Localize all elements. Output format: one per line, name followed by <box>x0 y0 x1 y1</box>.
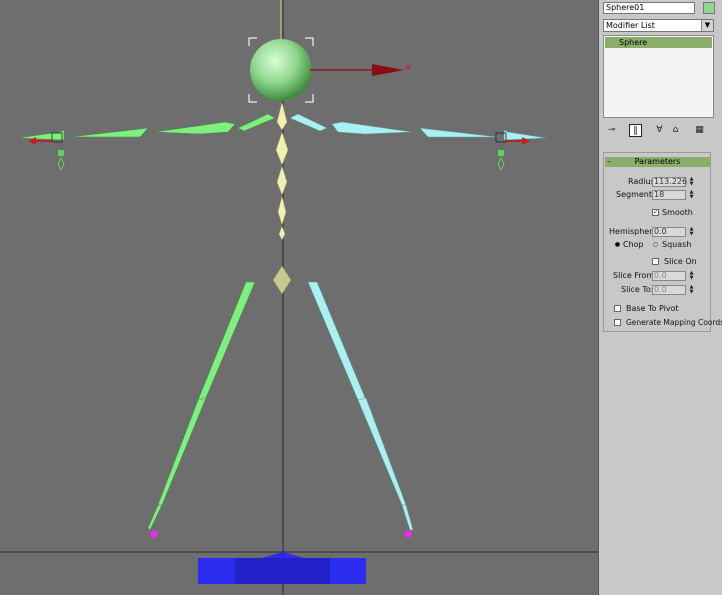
move-gizmo-x-axis[interactable]: × <box>310 62 412 76</box>
parameters-rollout: - Parameters Radius: 113.226 ▲ ▼ Segments… <box>603 152 722 332</box>
hemisphere-spinner-icon[interactable]: ▲ ▼ <box>688 227 695 237</box>
left-arm-bones[interactable] <box>17 113 276 141</box>
parameters-title: Parameters <box>634 157 681 166</box>
slice-to-spinner-icon[interactable]: ▲ ▼ <box>688 285 695 295</box>
squash-radio[interactable]: ○ <box>652 241 659 248</box>
gen-mapping-checkbox[interactable] <box>614 319 621 326</box>
object-color-swatch[interactable] <box>703 2 715 14</box>
command-panel: Sphere01 Modifier List ▼ Sphere ⊸ ‖ ∀ ⌂ … <box>598 0 722 595</box>
head-sphere[interactable] <box>250 39 312 101</box>
slice-from-spinner-icon[interactable]: ▲ ▼ <box>688 271 695 281</box>
smooth-label: Smooth <box>662 208 693 217</box>
slice-to-input[interactable]: 0.0 <box>652 285 686 295</box>
segments-input[interactable]: 18 <box>652 190 686 200</box>
chop-radio[interactable]: ● <box>614 241 621 248</box>
radius-input[interactable]: 113.226 <box>652 177 687 187</box>
ground-plane[interactable] <box>198 552 366 584</box>
smooth-checkbox[interactable]: ✓ <box>652 209 659 216</box>
slice-from-input[interactable]: 0.0 <box>652 271 686 281</box>
gen-mapping-label: Generate Mapping Coords. <box>626 318 722 327</box>
left-foot-effector[interactable] <box>150 530 158 538</box>
chevron-down-icon[interactable]: ▼ <box>701 20 713 31</box>
collapse-icon: - <box>608 157 611 166</box>
viewport[interactable]: × <box>0 0 598 595</box>
right-arm-bones[interactable] <box>289 113 547 141</box>
pelvis-bone[interactable] <box>272 265 292 295</box>
modifier-stack[interactable]: Sphere <box>603 35 714 118</box>
scene-canvas[interactable]: × <box>0 0 598 595</box>
segments-spinner-icon[interactable]: ▲ ▼ <box>688 190 695 200</box>
radius-spinner-icon[interactable]: ▲ ▼ <box>688 177 695 187</box>
right-foot-effector[interactable] <box>404 530 412 538</box>
slice-on-label: Slice On <box>664 257 697 266</box>
make-unique-icon[interactable]: ∀ <box>653 124 666 137</box>
base-to-pivot-checkbox[interactable] <box>614 305 621 312</box>
modifier-list-label: Modifier List <box>606 21 655 30</box>
slice-from-label: Slice From: <box>613 271 657 280</box>
parameters-rollout-header[interactable]: - Parameters <box>605 157 710 167</box>
hemisphere-input[interactable]: 0.0 <box>652 227 686 237</box>
spine-bones[interactable] <box>275 101 289 241</box>
right-leg-bones[interactable] <box>307 281 414 531</box>
remove-modifier-icon[interactable]: ⌂ <box>669 124 682 137</box>
pin-stack-icon[interactable]: ⊸ <box>605 124 618 137</box>
slice-to-label: Slice To: <box>621 285 654 294</box>
base-to-pivot-label: Base To Pivot <box>626 304 679 313</box>
left-leg-bones[interactable] <box>147 281 256 531</box>
chop-label: Chop <box>623 240 644 249</box>
configure-sets-icon[interactable]: ▦ <box>693 124 706 137</box>
squash-label: Squash <box>662 240 692 249</box>
stack-item-sphere[interactable]: Sphere <box>605 37 712 48</box>
slice-on-checkbox[interactable] <box>652 258 659 265</box>
modifier-list-dropdown[interactable]: Modifier List ▼ <box>603 19 714 32</box>
stack-toolbar: ⊸ ‖ ∀ ⌂ ▦ <box>603 124 715 138</box>
svg-text:×: × <box>405 62 412 71</box>
show-end-result-icon[interactable]: ‖ <box>629 124 642 137</box>
object-name-field[interactable]: Sphere01 <box>603 2 695 14</box>
